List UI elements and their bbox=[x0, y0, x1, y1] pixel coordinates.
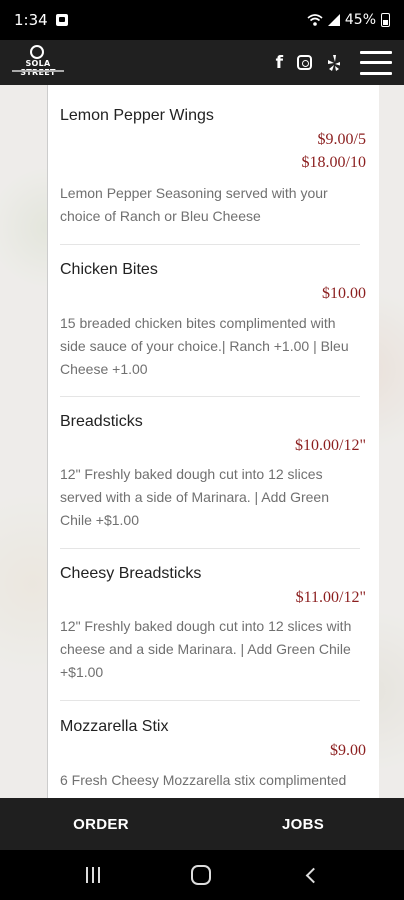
back-icon[interactable] bbox=[305, 867, 321, 883]
facebook-icon[interactable]: f bbox=[276, 53, 283, 73]
menu-item-cheesy-breadsticks[interactable]: Cheesy Breadsticks $11.00/12" 12" Freshl… bbox=[60, 549, 366, 701]
bottom-nav: ORDER JOBS bbox=[0, 798, 404, 850]
status-right: 45% bbox=[307, 12, 390, 28]
item-name: Cheesy Breadsticks bbox=[60, 565, 202, 582]
jobs-tab[interactable]: JOBS bbox=[202, 798, 404, 850]
item-price: $10.00/12" bbox=[295, 437, 366, 454]
item-price: $9.00/5 bbox=[317, 131, 366, 148]
menu-item-mozzarella-stix[interactable]: Mozzarella Stix $9.00 6 Fresh Cheesy Moz… bbox=[60, 701, 366, 798]
menu-card[interactable]: Lemon Pepper Wings $9.00/5 $18.00/10 Lem… bbox=[47, 85, 379, 798]
status-time: 1:34 bbox=[14, 11, 48, 29]
home-icon[interactable] bbox=[190, 865, 211, 885]
logo[interactable]: SOLA STREET bbox=[12, 44, 64, 81]
instagram-icon[interactable] bbox=[297, 55, 312, 70]
battery-percent: 45% bbox=[344, 12, 376, 28]
item-description: 15 breaded chicken bites complimented wi… bbox=[60, 315, 349, 377]
header-icons: f bbox=[276, 50, 392, 75]
notification-icon bbox=[55, 14, 68, 26]
wifi-icon bbox=[307, 14, 323, 26]
menu-item-chicken-bites[interactable]: Chicken Bites $10.00 15 breaded chicken … bbox=[60, 245, 366, 397]
item-description: 12" Freshly baked dough cut into 12 slic… bbox=[60, 618, 352, 680]
menu-item-lemon-pepper-wings[interactable]: Lemon Pepper Wings $9.00/5 $18.00/10 Lem… bbox=[60, 85, 366, 245]
item-price: $10.00 bbox=[322, 285, 366, 302]
recent-apps-icon[interactable] bbox=[85, 867, 100, 883]
item-price: $18.00/10 bbox=[301, 154, 366, 171]
battery-icon bbox=[381, 13, 390, 27]
app-header: SOLA STREET f bbox=[0, 40, 404, 85]
item-description: 6 Fresh Cheesy Mozzarella stix complimen… bbox=[60, 772, 347, 788]
item-name: Mozzarella Stix bbox=[60, 718, 169, 735]
logo-text: SOLA STREET bbox=[20, 58, 56, 77]
item-name: Lemon Pepper Wings bbox=[60, 107, 214, 124]
logo-ring bbox=[30, 44, 44, 59]
item-name: Chicken Bites bbox=[60, 261, 158, 278]
hamburger-menu-icon[interactable] bbox=[360, 50, 392, 75]
item-description: 12" Freshly baked dough cut into 12 slic… bbox=[60, 466, 329, 528]
order-tab[interactable]: ORDER bbox=[0, 798, 202, 850]
system-nav-bar bbox=[0, 850, 404, 900]
logo-underline bbox=[12, 69, 64, 72]
status-bar: 1:34 45% bbox=[0, 0, 404, 40]
item-price: $11.00/12" bbox=[295, 589, 366, 606]
item-name: Breadsticks bbox=[60, 413, 143, 430]
signal-icon bbox=[327, 14, 340, 26]
item-description: Lemon Pepper Seasoning served with your … bbox=[60, 185, 328, 224]
item-price: $9.00 bbox=[330, 742, 366, 759]
menu-item-breadsticks[interactable]: Breadsticks $10.00/12" 12" Freshly baked… bbox=[60, 397, 366, 549]
yelp-icon[interactable] bbox=[326, 54, 342, 72]
